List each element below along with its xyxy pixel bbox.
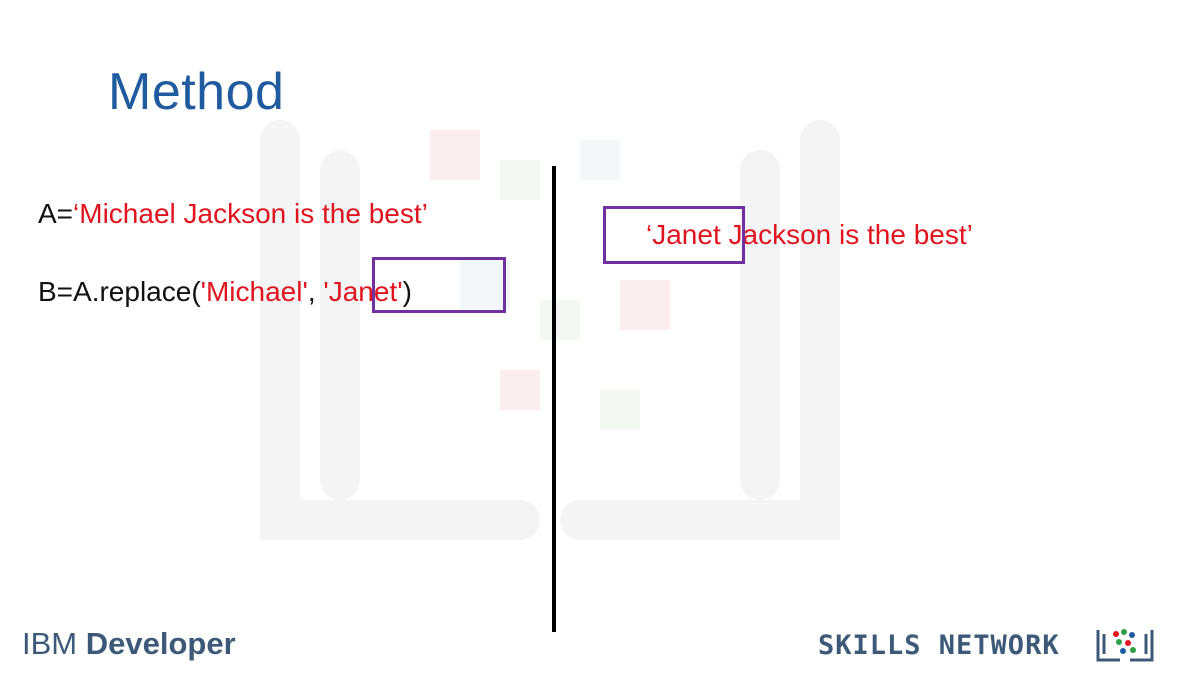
skills-network-label: SKILLS NETWORK (818, 630, 1060, 661)
replace-arg-old: 'Michael' (200, 276, 308, 307)
string-literal-a: ‘Michael Jackson is the best’ (73, 198, 428, 229)
highlight-box-result (603, 206, 745, 264)
slide-title: Method (108, 63, 285, 121)
ibm-developer-logo: IBM Developer (22, 626, 236, 662)
replace-call-prefix: B=A.replace( (38, 276, 201, 307)
replace-arg-separator: , (307, 276, 324, 307)
slide: Method A=‘Michael Jackson is the best’ B… (0, 0, 1180, 674)
developer-text: Developer (85, 626, 236, 661)
vertical-divider (552, 166, 556, 632)
highlight-box-new-arg (372, 257, 506, 313)
skills-network-book-icon (1096, 629, 1154, 662)
code-line-a: A=‘Michael Jackson is the best’ (38, 198, 428, 230)
ibm-prefix: IBM (22, 626, 86, 661)
book-watermark-icon (260, 120, 840, 540)
assign-prefix-a: A= (38, 198, 74, 229)
code-line-b: B=A.replace('Michael', 'Janet') (38, 276, 412, 308)
